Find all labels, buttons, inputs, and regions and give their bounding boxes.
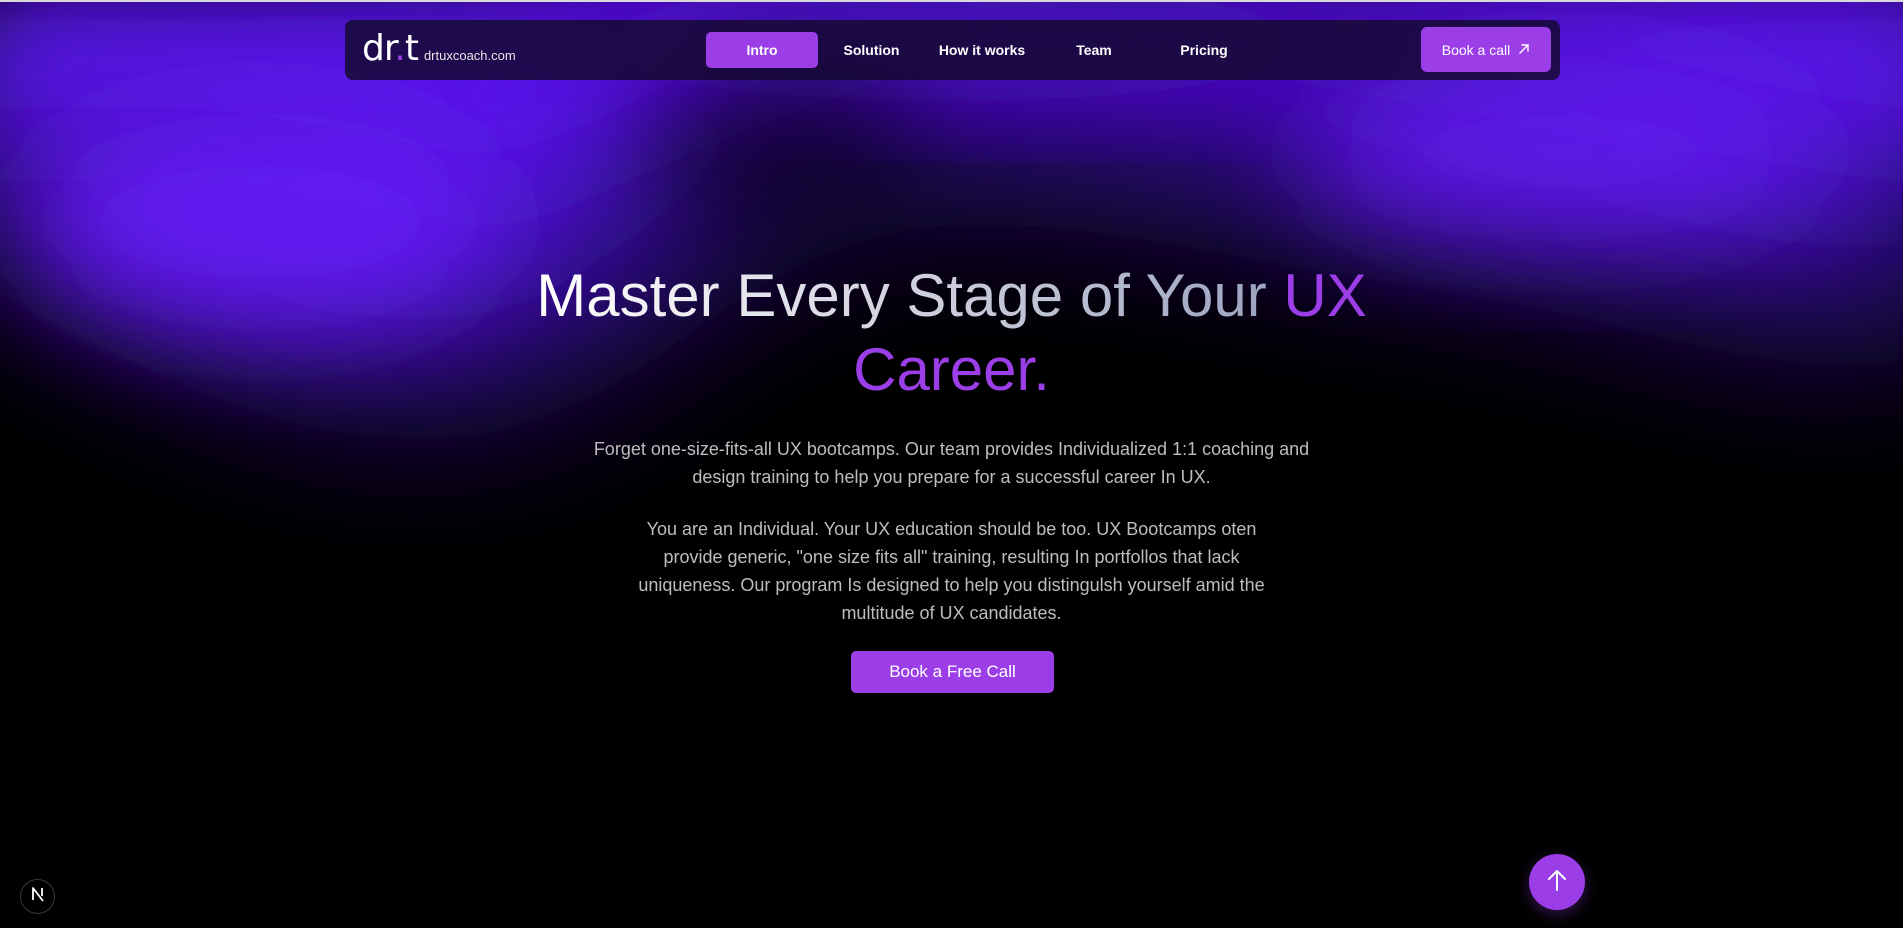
- hero-paragraph-2: You are an Individual. Your UX education…: [638, 519, 1265, 623]
- top-navbar: dr.t drtuxcoach.com Intro Solution How i…: [345, 20, 1560, 80]
- nextjs-badge[interactable]: [20, 879, 55, 914]
- scroll-to-top-button[interactable]: [1529, 854, 1585, 910]
- page: dr.t drtuxcoach.com Intro Solution How i…: [0, 0, 1903, 928]
- nav-item-team[interactable]: Team: [1039, 32, 1149, 68]
- nav-item-how-it-works[interactable]: How it works: [925, 32, 1039, 68]
- book-free-call-button[interactable]: Book a Free Call: [851, 651, 1054, 693]
- hero-title: Master Every Stage of Your UX Career.: [400, 259, 1503, 407]
- nextjs-logo-icon: [29, 885, 47, 908]
- nav-links: Intro Solution How it works Team Pricing: [706, 32, 1259, 68]
- hero-paragraph-1: Forget one-size-fits-all UX bootcamps. O…: [593, 439, 1310, 487]
- nav-item-intro[interactable]: Intro: [706, 32, 818, 68]
- logo[interactable]: dr.t drtuxcoach.com: [362, 29, 516, 69]
- hero-title-accent-ux: UX: [1283, 262, 1367, 329]
- nav-item-pricing[interactable]: Pricing: [1149, 32, 1259, 68]
- hero-title-accent-career: Career.: [853, 336, 1050, 403]
- arrow-up-icon: [1546, 868, 1568, 897]
- book-call-label: Book a call: [1441, 41, 1511, 58]
- hero-title-main: Master Every Stage of Your: [536, 262, 1284, 329]
- logo-domain: drtuxcoach.com: [423, 48, 516, 63]
- logo-mark: dr.t: [362, 28, 419, 69]
- nav-item-solution[interactable]: Solution: [818, 32, 925, 68]
- book-call-button[interactable]: Book a call: [1421, 27, 1551, 72]
- arrow-up-right-icon: [1518, 42, 1530, 58]
